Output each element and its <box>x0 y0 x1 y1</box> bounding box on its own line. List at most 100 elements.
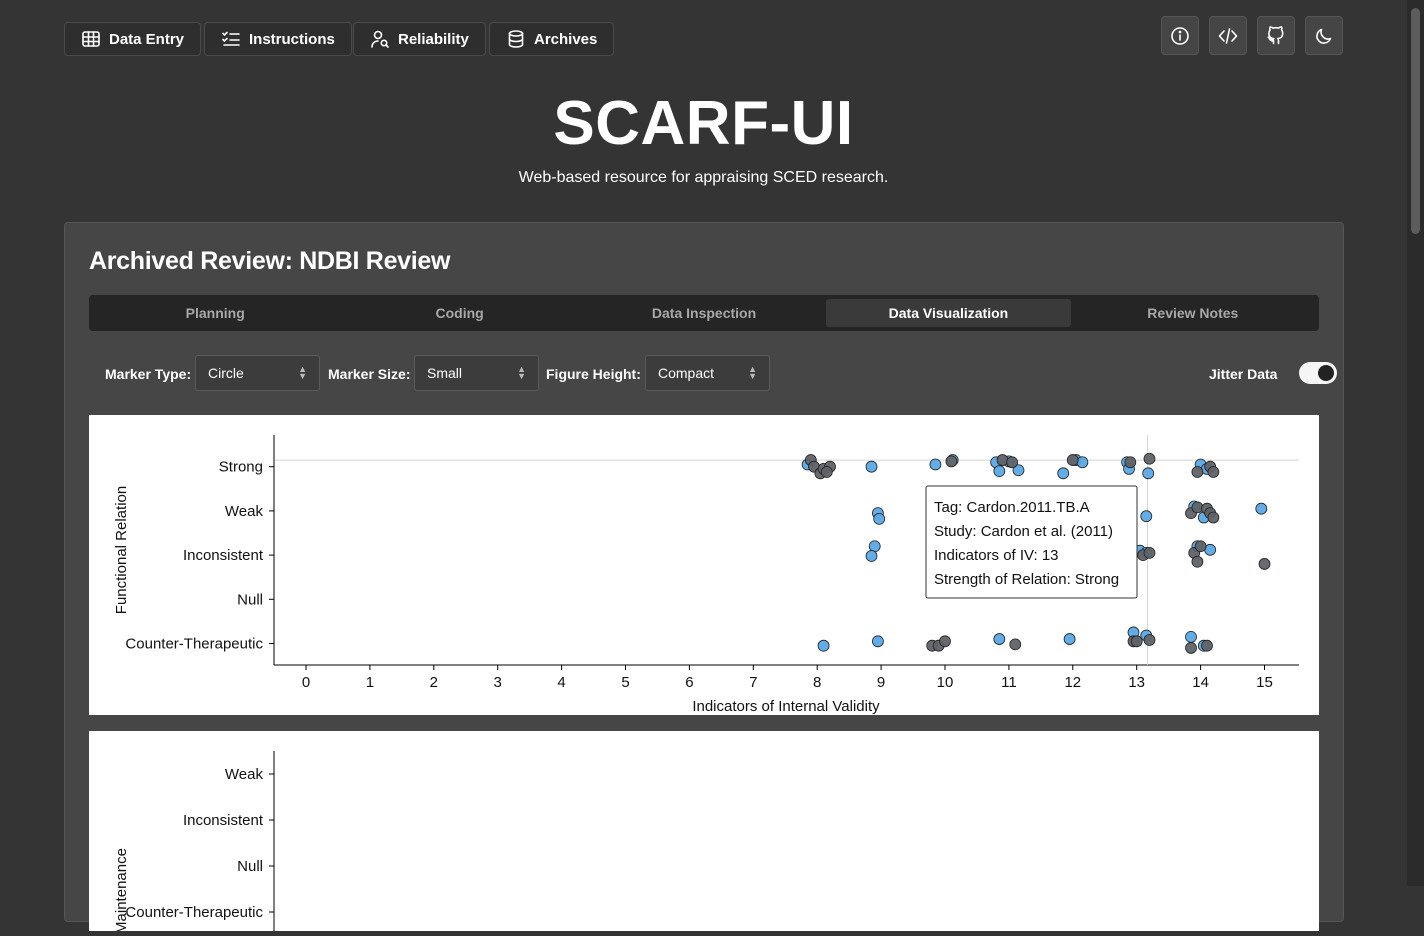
x-tick-label: 14 <box>1192 674 1209 691</box>
y-axis-label: Maintenance <box>113 848 130 931</box>
x-tick-label: 8 <box>813 674 821 691</box>
data-point-blue[interactable] <box>1255 502 1268 515</box>
data-point-blue[interactable] <box>865 460 878 473</box>
data-point-blue[interactable] <box>873 512 886 525</box>
y-axis-label: Functional Relation <box>113 486 130 614</box>
app-subtitle: Web-based resource for appraising SCED r… <box>518 169 889 186</box>
functional-relation-chart: Counter-Therapeutic Null Inconsistent Weak S… <box>113 435 1299 715</box>
y-tick-label: Counter-Therapeutic <box>125 904 263 921</box>
marker-type-label: Marker Type: <box>105 366 192 382</box>
tab-planning[interactable]: Planning <box>93 299 337 327</box>
data-point-gray[interactable] <box>1143 634 1156 646</box>
chevron-updown-icon: ▲ ▼ <box>748 364 757 381</box>
data-point-gray[interactable] <box>1191 555 1204 568</box>
data-point-gray[interactable] <box>1185 642 1197 654</box>
x-tick-label: 2 <box>430 674 438 691</box>
data-point-blue[interactable] <box>1142 467 1155 480</box>
dark-mode-toggle-button[interactable] <box>1305 16 1343 55</box>
data-point-blue[interactable] <box>1140 510 1153 523</box>
data-point-blue[interactable] <box>1185 630 1197 643</box>
nav-instructions-button[interactable]: Instructions <box>204 22 352 56</box>
x-axis-label: Indicators of Internal Validity <box>692 698 880 715</box>
x-tick-label: 7 <box>749 674 757 691</box>
tab-data-visualization[interactable]: Data Visualization <box>826 299 1071 327</box>
marker-size-select[interactable]: Small ▲ ▼ <box>414 355 539 391</box>
data-point-gray[interactable] <box>1124 456 1137 469</box>
nav-reliability-button[interactable]: Reliability <box>353 22 486 56</box>
marker-size-value: Small <box>427 365 463 381</box>
x-tick-label: 6 <box>685 674 693 691</box>
data-point-gray[interactable] <box>1207 466 1220 478</box>
data-point-gray[interactable] <box>939 635 951 648</box>
nav-archives-button[interactable]: Archives <box>489 22 615 56</box>
data-point-gray[interactable] <box>1207 511 1220 524</box>
data-point-gray[interactable] <box>996 454 1009 466</box>
marker-type-select[interactable]: Circle ▲ ▼ <box>195 355 320 391</box>
data-point-blue[interactable] <box>868 540 881 553</box>
jitter-label: Jitter Data <box>1209 366 1278 382</box>
data-point-blue[interactable] <box>865 550 878 562</box>
review-card: Archived Review: NDBI Review Planning Co… <box>64 222 1344 934</box>
data-point-gray[interactable] <box>1066 454 1079 466</box>
x-tick-label: 5 <box>621 674 629 691</box>
info-button[interactable] <box>1161 16 1199 55</box>
data-point-gray[interactable] <box>1201 639 1213 652</box>
data-point-gray[interactable] <box>1130 635 1143 648</box>
data-point-gray[interactable] <box>820 466 833 478</box>
jitter-toggle[interactable] <box>1299 362 1337 384</box>
data-point-blue[interactable] <box>1057 467 1070 480</box>
y-tick-label: Strong <box>219 459 263 476</box>
figure-height-select[interactable]: Compact ▲ ▼ <box>645 355 770 391</box>
x-tick-label: 9 <box>877 674 885 691</box>
nav-button-label: Instructions <box>249 30 335 48</box>
maintenance-chart: Counter-TherapeuticNullInconsistentWeak … <box>113 751 275 934</box>
code-icon <box>1218 27 1238 44</box>
database-icon <box>508 30 524 48</box>
tooltip-tag: Tag: Cardon.2011.TB.A <box>934 499 1090 516</box>
x-tick-label: 11 <box>1001 674 1017 691</box>
moon-icon <box>1316 28 1332 44</box>
review-title: Archived Review: NDBI Review <box>89 247 451 275</box>
tab-coding[interactable]: Coding <box>337 299 581 327</box>
github-icon <box>1267 25 1284 44</box>
tab-review-notes[interactable]: Review Notes <box>1071 299 1315 327</box>
data-point-gray[interactable] <box>1009 638 1022 651</box>
marker-size-label: Marker Size: <box>328 366 411 382</box>
tab-data-inspection[interactable]: Data Inspection <box>582 299 826 327</box>
data-point-blue[interactable] <box>993 633 1006 645</box>
data-point-blue[interactable] <box>817 639 830 652</box>
toggle-knob <box>1318 365 1334 381</box>
scrollbar-thumb[interactable] <box>1411 8 1420 234</box>
data-point-gray[interactable] <box>945 455 958 468</box>
data-point-gray[interactable] <box>1143 546 1156 559</box>
data-point-blue[interactable] <box>1063 633 1076 645</box>
data-point-gray[interactable] <box>1191 466 1204 478</box>
x-tick-label: 12 <box>1064 674 1081 691</box>
nav-button-label: Reliability <box>398 30 469 48</box>
x-tick-label: 1 <box>366 674 374 691</box>
y-tick-label: Null <box>237 591 263 608</box>
data-point-gray[interactable] <box>1006 456 1018 469</box>
app-title: SCARF-UI <box>553 89 854 158</box>
data-point-blue[interactable] <box>929 458 942 471</box>
nav-data-entry-button[interactable]: Data Entry <box>64 22 202 56</box>
y-tick-label: Null <box>237 858 263 875</box>
tooltip-strength: Strength of Relation: Strong <box>934 571 1119 588</box>
data-point-blue[interactable] <box>872 635 884 648</box>
x-tick-label: 13 <box>1128 674 1145 691</box>
page-scrollbar[interactable] <box>1407 0 1424 886</box>
data-point-blue[interactable] <box>1076 456 1089 469</box>
data-point-gray[interactable] <box>1194 540 1207 553</box>
chevron-updown-icon: ▲ ▼ <box>298 364 307 381</box>
data-point-gray[interactable] <box>1258 558 1271 570</box>
table-icon <box>82 31 100 47</box>
source-code-button[interactable] <box>1209 16 1247 55</box>
github-button[interactable] <box>1257 16 1295 55</box>
checklist-icon <box>222 31 240 46</box>
review-tabs: Planning Coding Data Inspection Data Vis… <box>89 295 1319 331</box>
data-point-gray[interactable] <box>1143 452 1156 465</box>
data-point-blue[interactable] <box>993 465 1006 478</box>
maintenance-plot: Counter-Therapeutic Null Inconsistent Weak … <box>89 731 1319 934</box>
chevron-updown-icon: ▲ ▼ <box>517 364 526 381</box>
tooltip-indicators: Indicators of IV: 13 <box>934 547 1059 564</box>
